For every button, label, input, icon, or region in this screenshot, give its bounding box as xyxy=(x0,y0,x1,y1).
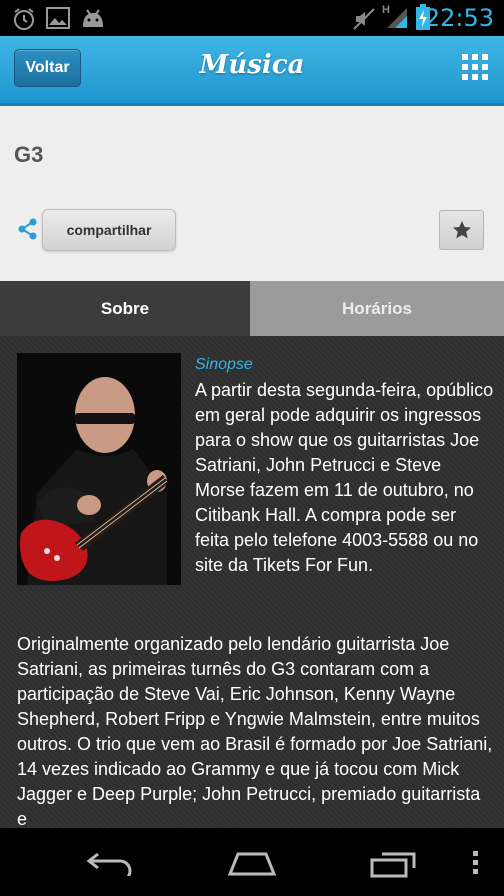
android-icon xyxy=(83,9,103,27)
tab-bar: Sobre Horários xyxy=(0,281,504,336)
image-icon xyxy=(46,7,70,29)
signal-icon xyxy=(387,8,407,28)
grid-menu-icon[interactable] xyxy=(462,54,488,80)
system-nav-bar xyxy=(0,828,504,896)
page-title: Música xyxy=(199,50,305,80)
action-bar: Voltar Música xyxy=(0,36,504,106)
description-text: Originalmente organizado pelo lendário g… xyxy=(17,634,493,828)
event-title: G3 xyxy=(14,142,44,167)
event-header: G3 compartilhar xyxy=(0,106,504,281)
mute-icon xyxy=(353,8,375,30)
star-icon xyxy=(452,221,471,239)
share-icon[interactable] xyxy=(18,218,38,240)
tab-sobre[interactable]: Sobre xyxy=(0,281,250,336)
alarm-icon xyxy=(14,8,34,30)
home-nav-icon[interactable] xyxy=(226,850,278,876)
favorite-button[interactable] xyxy=(439,210,484,250)
status-bar: H 22:53 xyxy=(0,0,504,36)
overflow-menu-icon[interactable] xyxy=(472,850,480,876)
tab-horarios[interactable]: Horários xyxy=(250,281,504,336)
share-button[interactable]: compartilhar xyxy=(42,209,176,251)
back-nav-icon[interactable] xyxy=(86,850,136,876)
clock: 22:53 xyxy=(424,4,494,32)
recent-apps-icon[interactable] xyxy=(370,850,418,878)
sinopse-label: Sinopse xyxy=(195,356,253,373)
content-panel: Sinopse A partir desta segunda-feira, op… xyxy=(0,336,504,828)
sinopse-text: A partir desta segunda-feira, opúblico e… xyxy=(195,380,494,575)
artist-photo xyxy=(17,353,181,585)
